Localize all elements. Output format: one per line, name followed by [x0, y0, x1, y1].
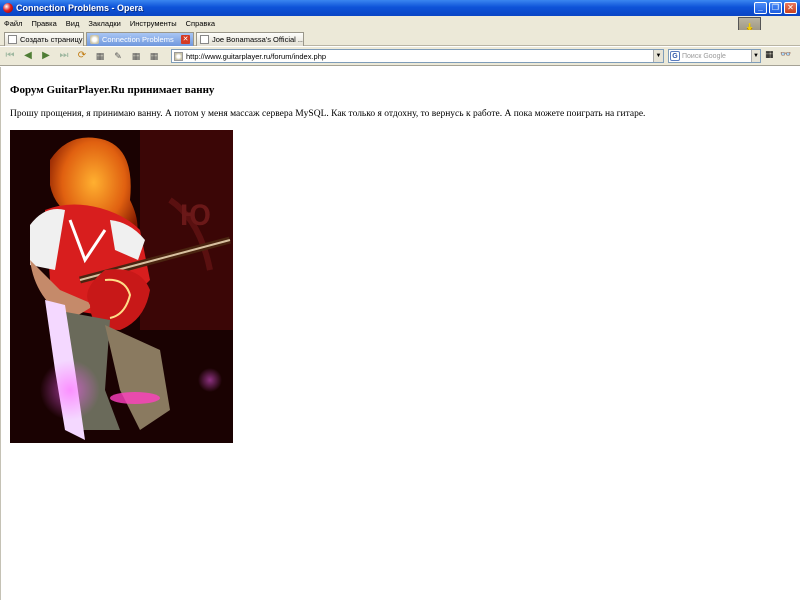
page-info-icon[interactable]: ▦: [765, 49, 774, 60]
search-dropdown-icon[interactable]: ▼: [751, 50, 760, 62]
bookmark-icon[interactable]: ▦: [128, 49, 144, 63]
page-content: Форум GuitarPlayer.Ru принимает ванну Пр…: [0, 67, 800, 600]
page-icon: [8, 35, 17, 44]
minimize-button[interactable]: _: [754, 2, 767, 14]
navigation-bar: ⏮ ◀ ▶ ⏭ ⟳ ▦ ✎ ▦ ▦ http://www.guitarplaye…: [0, 47, 800, 66]
menu-view[interactable]: Вид: [66, 19, 80, 28]
window-title: Connection Problems - Opera: [16, 3, 144, 13]
reload-icon[interactable]: ⟳: [74, 49, 90, 63]
menu-help[interactable]: Справка: [186, 19, 215, 28]
tab-joe-bonamassa[interactable]: Joe Bonamassa's Official ... ✕: [196, 32, 304, 46]
menu-file[interactable]: Файл: [4, 19, 22, 28]
search-placeholder: Поиск Google: [682, 52, 726, 60]
svg-text:Ю: Ю: [180, 199, 211, 232]
tab-label: Создать страницу: [20, 35, 83, 44]
tab-connection-problems[interactable]: Connection Problems ✕: [86, 32, 194, 46]
page-title: Форум GuitarPlayer.Ru принимает ванну: [10, 84, 215, 96]
tab-new-page[interactable]: Создать страницу: [4, 32, 84, 46]
tab-label: Connection Problems: [102, 35, 174, 44]
site-favicon-icon: [174, 51, 183, 61]
back-icon[interactable]: ◀: [20, 49, 36, 63]
glasses-icon[interactable]: 👓: [780, 49, 791, 60]
cloud-icon: [90, 35, 99, 44]
rewind-icon[interactable]: ⏮: [2, 49, 18, 63]
address-bar[interactable]: http://www.guitarplayer.ru/forum/index.p…: [171, 49, 664, 63]
guitarist-photo: Ю: [10, 130, 233, 443]
menu-bookmarks[interactable]: Закладки: [88, 19, 120, 28]
edit-icon[interactable]: ✎: [110, 49, 126, 63]
page-message: Прошу прощения, я принимаю ванну. А пото…: [10, 109, 646, 119]
forward-icon[interactable]: ▶: [38, 49, 54, 63]
fast-forward-icon[interactable]: ⏭: [56, 49, 72, 63]
page-tool-icon[interactable]: ▦: [92, 49, 108, 63]
search-field[interactable]: G Поиск Google ▼: [668, 49, 761, 63]
menu-edit[interactable]: Правка: [31, 19, 56, 28]
menu-tools[interactable]: Инструменты: [130, 19, 177, 28]
maximize-button[interactable]: ❐: [769, 2, 782, 14]
tab-bar: Создать страницу Connection Problems ✕ J…: [0, 30, 800, 46]
opera-logo-icon: [3, 3, 13, 13]
page-icon: [200, 35, 209, 44]
close-tab-icon[interactable]: ✕: [181, 35, 190, 44]
address-url: http://www.guitarplayer.ru/forum/index.p…: [186, 51, 327, 61]
address-dropdown-icon[interactable]: ▼: [653, 50, 663, 62]
wand-icon[interactable]: ▦: [146, 49, 162, 63]
close-button[interactable]: ✕: [784, 2, 797, 14]
google-icon: G: [670, 51, 680, 61]
menu-bar: Файл Правка Вид Закладки Инструменты Спр…: [0, 16, 800, 30]
title-bar: Connection Problems - Opera _ ❐ ✕: [0, 0, 800, 16]
tab-label: Joe Bonamassa's Official ...: [212, 35, 304, 44]
